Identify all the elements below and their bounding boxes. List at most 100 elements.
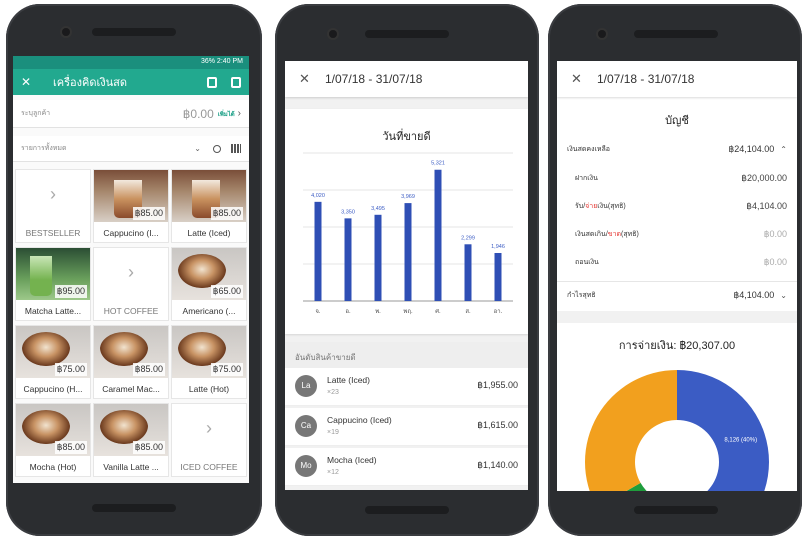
customer-row[interactable]: ระบุลูกค้า ฿0.00 เพิ่มได้ › (13, 100, 249, 128)
account-row: รับ/จ่ายเงิน(สุทธิ) ฿4,104.00 (557, 192, 797, 220)
donut-slice-2 (585, 370, 677, 491)
account-label: กำไรสุทธิ (567, 292, 596, 299)
product-image: ฿85.00 (94, 170, 168, 222)
account-label: รับ/จ่ายเงิน(สุทธิ) (575, 202, 626, 210)
account-label: เงินสดคงเหลือ (567, 145, 611, 153)
bar-chart: 4,020 จ. 3,350 อ. 3,495 พ. 3,969 พฤ. 5,321 ศ. 2,29… (303, 152, 513, 315)
product-tile[interactable]: ฿85.00 Caramel Mac... (93, 325, 169, 399)
speaker (92, 28, 176, 36)
avatar: La (295, 375, 317, 397)
category-select[interactable]: รายการทั้งหมด (21, 143, 67, 154)
account-value: ฿24,104.00 (728, 143, 775, 154)
account-value: ฿4,104.00 (733, 290, 775, 300)
bar-value-label: 3,495 (371, 206, 385, 212)
donut-slice-label: 8,126 (40%) (724, 437, 757, 443)
status-bar: 36% 2:40 PM (13, 56, 249, 69)
chevron-up-icon[interactable]: ⌃ (780, 145, 787, 154)
category-row: รายการทั้งหมด ⌄ (13, 136, 249, 162)
bar-0 (314, 201, 322, 301)
bar-2 (374, 214, 382, 301)
product-tile[interactable]: ฿75.00 Cappucino (H... (15, 325, 91, 399)
total-amount: ฿0.00 (182, 106, 214, 121)
bar-value-label: 1,946 (491, 244, 505, 250)
product-tile[interactable]: ฿85.00 Mocha (Hot) (15, 403, 91, 477)
tile-label: Matcha Latte... (24, 306, 82, 316)
speaker (365, 30, 449, 38)
bar-4 (434, 169, 442, 301)
report-screen: ✕ 1/07/18 - 31/07/18 วันที่ขายดี 4,020 จ.… (285, 61, 528, 490)
chevron-down-icon[interactable]: ⌄ (194, 144, 201, 153)
camera (329, 30, 337, 38)
product-price: ฿85.00 (54, 441, 87, 454)
product-tile[interactable]: ฿75.00 Latte (Hot) (171, 325, 247, 399)
product-price: ฿75.00 (210, 363, 243, 376)
product-tile[interactable]: ฿85.00 Vanilla Latte ... (93, 403, 169, 477)
avatar: Mo (295, 455, 317, 477)
stage: 36% 2:40 PM ✕ เครื่องคิดเงินสด ระบุลูกค้… (0, 0, 802, 540)
category-folder-tile[interactable]: › HOT COFFEE (93, 247, 169, 321)
app-bar: ✕ เครื่องคิดเงินสด (13, 69, 249, 95)
camera (598, 30, 606, 38)
category-folder-tile[interactable]: › BESTSELLER (15, 169, 91, 243)
bar-1 (344, 218, 352, 301)
more-label[interactable]: เพิ่มได้ (218, 109, 235, 119)
accounts-heading: บัญชี (665, 115, 689, 127)
product-image: ฿95.00 (16, 248, 90, 300)
x-tick-label: ศ. (435, 308, 441, 315)
x-tick-label: ส. (465, 308, 471, 315)
divider (557, 311, 797, 323)
close-icon[interactable]: ✕ (21, 75, 39, 89)
bar-value-label: 3,969 (401, 194, 415, 200)
close-icon[interactable]: ✕ (299, 71, 325, 87)
chevron-right-icon: › (50, 184, 56, 204)
payments-title: การจ่ายเงิน: ฿20,307.00 (618, 340, 736, 352)
x-tick-label: พฤ. (403, 308, 413, 315)
chevron-right-icon[interactable]: › (238, 108, 241, 119)
bottom-speaker (92, 504, 176, 512)
tile-label: Vanilla Latte ... (103, 462, 159, 472)
account-label: เงินสดเกิน/ขาด(สุทธิ) (575, 230, 639, 238)
account-label: ถอนเงิน (575, 258, 599, 266)
date-range[interactable]: 1/07/18 - 31/07/18 (597, 72, 694, 86)
product-sales: ฿1,955.00 (477, 380, 518, 390)
section-title: อันดับสินค้าขายดี (285, 342, 528, 368)
product-name: Latte (Iced) (327, 375, 370, 385)
camera (62, 28, 70, 36)
close-icon[interactable]: ✕ (571, 71, 597, 87)
category-folder-tile[interactable]: › ICED COFFEE (171, 403, 247, 477)
account-row: ฝากเงิน ฿20,000.00 (557, 164, 797, 192)
date-bar: ✕ 1/07/18 - 31/07/18 (285, 61, 528, 97)
tile-label: BESTSELLER (25, 228, 81, 238)
list-item[interactable]: La Latte (Iced) ×23 ฿1,955.00 (285, 368, 528, 406)
tablet-icon[interactable] (231, 76, 241, 88)
search-icon[interactable] (213, 144, 221, 153)
accounts-screen: ✕ 1/07/18 - 31/07/18 บัญชี เงินสดคงเหลือ… (557, 61, 797, 491)
barcode-icon[interactable] (231, 144, 241, 153)
product-tile[interactable]: ฿65.00 Americano (... (171, 247, 247, 321)
product-image: ฿85.00 (172, 170, 246, 222)
product-tile[interactable]: ฿95.00 Matcha Latte... (15, 247, 91, 321)
calculator-icon[interactable] (207, 76, 217, 88)
chevron-down-icon[interactable]: ⌄ (780, 291, 787, 300)
customer-label: ระบุลูกค้า (21, 110, 51, 117)
product-name: Mocha (Iced) (327, 455, 377, 465)
date-range[interactable]: 1/07/18 - 31/07/18 (325, 72, 422, 86)
product-tile[interactable]: ฿85.00 Latte (Iced) (171, 169, 247, 243)
list-item[interactable]: Mo Mocha (Iced) ×12 ฿1,140.00 (285, 448, 528, 486)
account-row[interactable]: เงินสดคงเหลือ ฿24,104.00 ⌃ (557, 135, 797, 163)
account-row[interactable]: กำไรสุทธิ ฿4,104.00 ⌄ (557, 281, 797, 309)
bar-value-label: 3,350 (341, 209, 355, 215)
bottom-speaker (634, 506, 718, 514)
product-tile[interactable]: ฿85.00 Cappucino (I... (93, 169, 169, 243)
payments-donut-chart: 8,126 (40%)5,418 (26.7%) (585, 370, 769, 491)
list-item[interactable]: Ca Cappucino (Iced) ×19 ฿1,615.00 (285, 408, 528, 446)
product-price: ฿95.00 (54, 285, 87, 298)
product-price: ฿75.00 (54, 363, 87, 376)
account-value: ฿0.00 (763, 228, 787, 239)
product-image: ฿85.00 (94, 404, 168, 456)
bar-value-label: 5,321 (431, 161, 445, 167)
product-price: ฿85.00 (132, 441, 165, 454)
speaker (634, 30, 718, 38)
x-tick-label: จ. (315, 309, 321, 315)
tile-label: Americano (... (182, 306, 236, 316)
